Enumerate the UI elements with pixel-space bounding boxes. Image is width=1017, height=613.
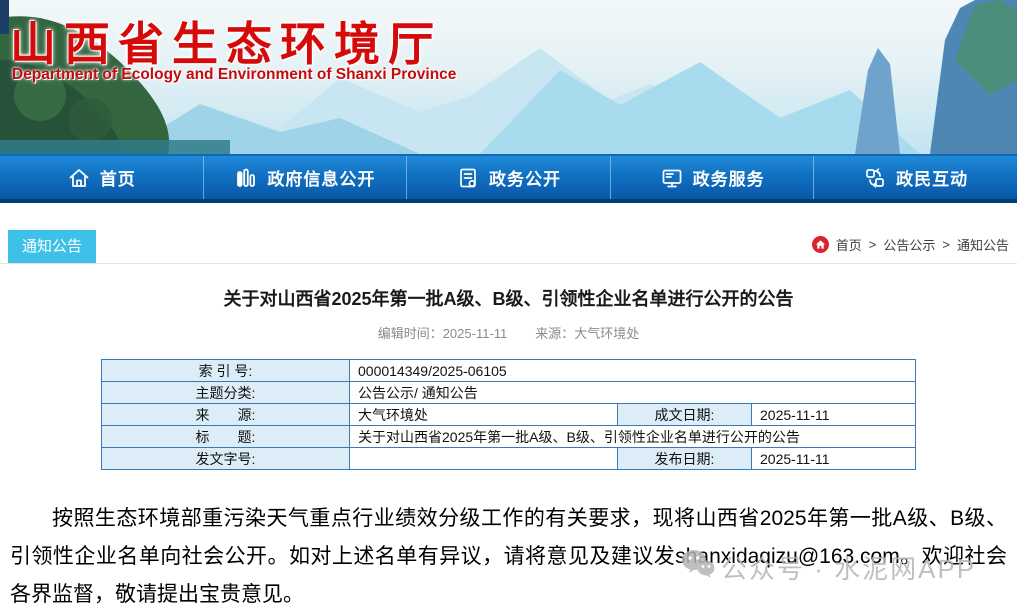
section-bar: 通知公告 首页 > 公告公示 > 通知公告 — [0, 230, 1017, 264]
interaction-icon — [863, 166, 887, 190]
article-meta: 编辑时间：2025-11-11 来源：大气环境处 — [0, 323, 1017, 342]
breadcrumb-separator: > — [942, 237, 950, 252]
breadcrumb-home-icon[interactable] — [812, 236, 829, 253]
nav-item-gov-services[interactable]: 政务服务 — [611, 156, 815, 199]
doc-title-label: 标 题: — [102, 426, 350, 448]
source-label: 来源： — [535, 326, 574, 341]
breadcrumb-separator: > — [869, 237, 877, 252]
edit-time-label: 编辑时间： — [378, 326, 443, 341]
publish-date-label: 发布日期: — [618, 448, 752, 470]
doc-title-value: 关于对山西省2025年第一批A级、B级、引领性企业名单进行公开的公告 — [350, 426, 916, 448]
index-number-value: 000014349/2025-06105 — [350, 360, 916, 382]
table-row-doc-number: 发文字号: 发布日期: 2025-11-11 — [102, 448, 916, 470]
breadcrumb: 首页 > 公告公示 > 通知公告 — [812, 235, 1009, 263]
nav-item-label: 政务服务 — [693, 165, 765, 190]
issue-date-label: 成文日期: — [618, 404, 752, 426]
table-row-source: 来 源: 大气环境处 成文日期: 2025-11-11 — [102, 404, 916, 426]
main-nav: 首页 政府信息公开 政务公开 — [0, 154, 1017, 203]
doc-number-value — [350, 448, 618, 470]
article-title: 关于对山西省2025年第一批A级、B级、引领性企业名单进行公开的公告 — [0, 285, 1017, 311]
nav-item-label: 政府信息公开 — [267, 165, 375, 190]
category-value: 公告公示/ 通知公告 — [350, 382, 916, 404]
site-banner: 山西省生态环境厅 Department of Ecology and Envir… — [0, 0, 1017, 154]
page: 山西省生态环境厅 Department of Ecology and Envir… — [0, 0, 1017, 613]
nav-item-gov-affairs[interactable]: 政务公开 — [407, 156, 611, 199]
source-value: 大气环境处 — [574, 326, 639, 341]
nav-item-label: 首页 — [100, 165, 136, 190]
document-info-table: 索 引 号: 000014349/2025-06105 主题分类: 公告公示/ … — [101, 359, 916, 470]
doc-source-value: 大气环境处 — [350, 404, 618, 426]
monitor-icon — [660, 166, 684, 190]
site-subtitle: Department of Ecology and Environment of… — [12, 66, 456, 84]
site-title: 山西省生态环境厅 — [10, 8, 442, 74]
edit-time-value: 2025-11-11 — [443, 326, 508, 341]
breadcrumb-level1[interactable]: 公告公示 — [883, 235, 935, 254]
nav-item-label: 政民互动 — [896, 165, 968, 190]
breadcrumb-level2[interactable]: 通知公告 — [957, 235, 1009, 254]
tab-notice-announcements[interactable]: 通知公告 — [8, 230, 96, 263]
table-row-index: 索 引 号: 000014349/2025-06105 — [102, 360, 916, 382]
publish-date-value: 2025-11-11 — [752, 448, 916, 470]
document-icon — [456, 166, 480, 190]
article-body: 按照生态环境部重污染天气重点行业绩效分级工作的有关要求，现将山西省2025年第一… — [10, 500, 1007, 613]
index-number-label: 索 引 号: — [102, 360, 350, 382]
doc-number-label: 发文字号: — [102, 448, 350, 470]
nav-item-interaction[interactable]: 政民互动 — [814, 156, 1017, 199]
issue-date-value: 2025-11-11 — [752, 404, 916, 426]
home-icon — [67, 166, 91, 190]
table-row-category: 主题分类: 公告公示/ 通知公告 — [102, 382, 916, 404]
nav-item-label: 政务公开 — [489, 165, 561, 190]
nav-item-home[interactable]: 首页 — [0, 156, 204, 199]
doc-source-label: 来 源: — [102, 404, 350, 426]
table-row-title: 标 题: 关于对山西省2025年第一批A级、B级、引领性企业名单进行公开的公告 — [102, 426, 916, 448]
nav-item-gov-info[interactable]: 政府信息公开 — [204, 156, 408, 199]
breadcrumb-home[interactable]: 首页 — [836, 235, 862, 254]
bar-chart-icon — [234, 166, 258, 190]
category-label: 主题分类: — [102, 382, 350, 404]
